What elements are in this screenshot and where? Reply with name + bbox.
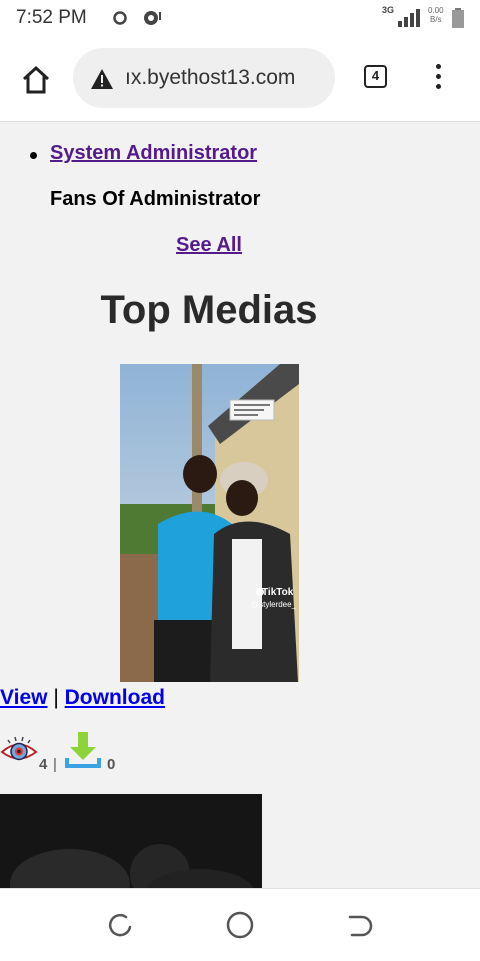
more-vert-icon[interactable]	[428, 64, 448, 94]
media-thumbnail[interactable]: TikTok @stylerdee_	[120, 364, 299, 682]
see-all-link[interactable]: See All	[176, 234, 242, 256]
view-link[interactable]: View	[0, 686, 47, 709]
media-links: View | Download	[0, 686, 165, 710]
status-time: 7:52 PM	[16, 7, 87, 28]
see-all-container: See All	[0, 234, 418, 257]
warning-icon[interactable]	[90, 68, 114, 95]
url-text[interactable]: ıx.byethost13.com	[125, 66, 295, 90]
sync-icon	[112, 10, 128, 31]
browser-toolbar: ıx.byethost13.com 4	[0, 36, 480, 122]
downloads-count: 0	[107, 756, 116, 773]
views-count: 4	[39, 756, 48, 773]
speed-unit: B/s	[430, 15, 442, 24]
battery-icon	[452, 8, 464, 33]
home-icon[interactable]	[18, 62, 54, 98]
admin-list: System Administrator	[30, 142, 257, 165]
section-title: Top Medias	[100, 288, 318, 332]
media-thumbnail[interactable]	[0, 794, 262, 888]
link-separator: |	[53, 686, 59, 709]
system-nav-bar	[0, 888, 480, 961]
url-bar[interactable]: ıx.byethost13.com	[73, 48, 335, 108]
admin-link[interactable]: System Administrator	[50, 142, 257, 164]
page-content: System Administrator Fans Of Administrat…	[0, 122, 480, 888]
fans-label: Fans Of Administrator	[50, 188, 261, 210]
watermark-brand: TikTok	[262, 587, 294, 598]
media-stats: 4 | 0	[0, 730, 200, 773]
stats-separator: |	[53, 756, 57, 773]
tab-switcher-button[interactable]: 4	[364, 65, 387, 88]
back-icon[interactable]	[346, 911, 374, 944]
nav-home-icon[interactable]	[226, 911, 254, 944]
download-link[interactable]: Download	[65, 686, 165, 709]
network-type: 3G	[382, 5, 395, 15]
eye-icon	[0, 732, 38, 775]
status-bar: 7:52 PM 3G 0.00 B/s	[0, 0, 480, 36]
recents-icon[interactable]	[106, 911, 134, 944]
list-item: System Administrator	[30, 142, 257, 165]
speed-value: 0.00	[428, 6, 444, 15]
signal-icon	[398, 9, 422, 32]
net-speed: 0.00 B/s	[428, 6, 444, 24]
watermark-handle: @stylerdee_	[251, 600, 297, 609]
download-icon	[64, 730, 102, 775]
notification-icon	[142, 9, 164, 32]
